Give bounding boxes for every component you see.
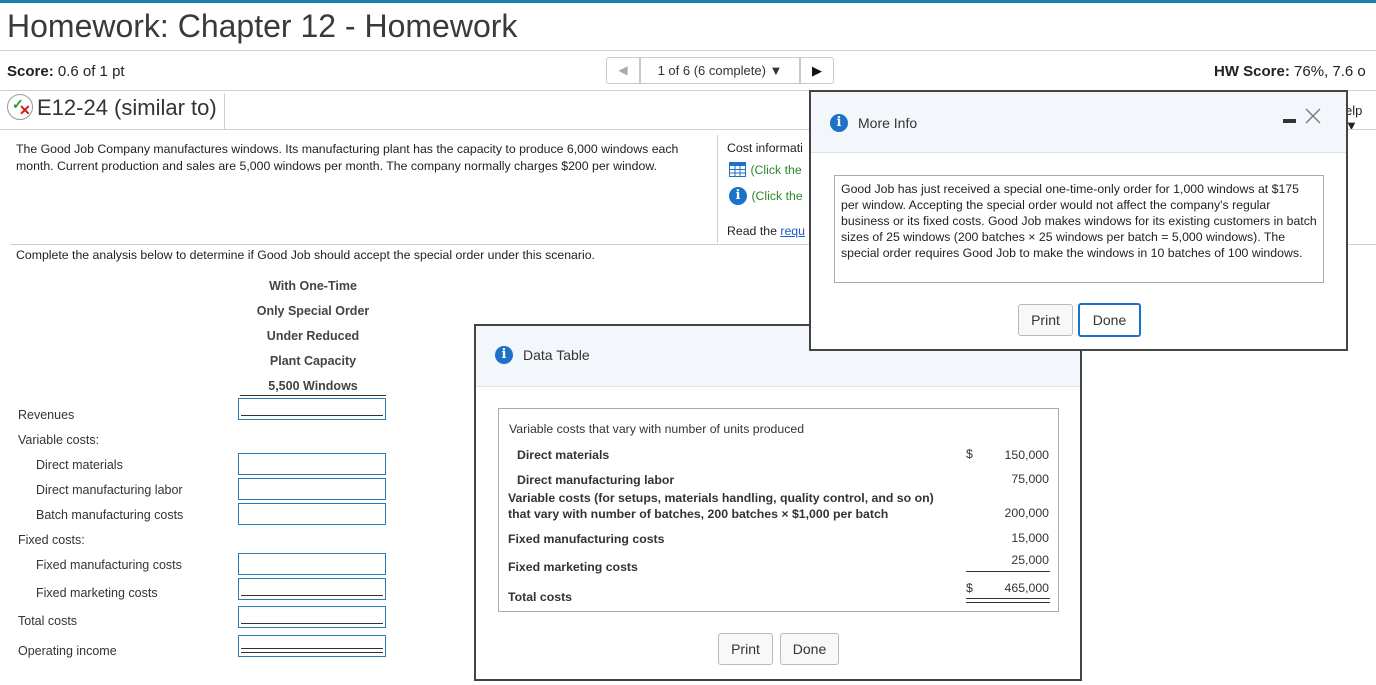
dollar-sign: $: [966, 447, 973, 461]
dollar-sign: $: [966, 581, 973, 595]
table-value: 15,000: [1011, 531, 1049, 545]
column-header-line: Under Reduced: [266, 329, 360, 343]
direct-materials-input[interactable]: [238, 453, 386, 475]
divider: [717, 135, 718, 243]
row-label-operating-income: Operating income: [18, 644, 117, 658]
table-label: Variable costs (for setups, materials ha…: [508, 491, 934, 505]
subtotal-line: [966, 571, 1050, 572]
column-header-line: Plant Capacity: [269, 354, 357, 368]
table-label: Total costs: [508, 590, 573, 604]
table-label: Direct manufacturing labor: [517, 473, 675, 487]
row-label-direct-labor: Direct manufacturing labor: [36, 483, 183, 497]
total-costs-input[interactable]: [238, 606, 386, 628]
fixed-marketing-input[interactable]: [238, 578, 386, 600]
column-header-line: Only Special Order: [256, 304, 370, 318]
data-table-link[interactable]: (Click the: [729, 161, 802, 179]
column-header-line: 5,500 Windows: [268, 379, 358, 393]
table-value: 75,000: [1011, 472, 1049, 486]
column-header-line: With One-Time: [269, 279, 357, 293]
batch-costs-input[interactable]: [238, 503, 386, 525]
page-title: Homework: Chapter 12 - Homework: [7, 8, 518, 44]
operating-income-input[interactable]: [238, 635, 386, 657]
cost-info-label: Cost informati: [727, 141, 803, 155]
table-label: Fixed marketing costs: [508, 560, 638, 574]
revenues-input[interactable]: [238, 398, 386, 420]
question-id: ✓ ✕ E12-24 (similar to): [7, 94, 217, 122]
data-table-dialog: i Data Table Variable costs that vary wit…: [474, 324, 1082, 681]
row-label-fixed-costs: Fixed costs:: [18, 533, 85, 547]
table-value: 25,000: [1011, 553, 1049, 567]
table-icon: [729, 162, 746, 178]
info-icon: i: [729, 187, 747, 205]
hw-score-label: HW Score:: [1214, 63, 1290, 80]
table-label: Direct materials: [517, 448, 610, 462]
divider: [224, 93, 225, 129]
partial-correct-icon: ✓ ✕: [7, 94, 33, 121]
dialog-title: More Info: [858, 115, 918, 131]
requirements-link[interactable]: requ: [780, 224, 805, 238]
row-label-revenues: Revenues: [18, 408, 75, 422]
score-value: 0.6 of 1 pt: [57, 63, 125, 80]
top-accent-bar: [0, 0, 1376, 3]
table-heading: Variable costs that vary with number of …: [509, 422, 805, 436]
more-info-link[interactable]: i (Click the: [729, 187, 803, 205]
read-requirements: Read the requ: [727, 224, 805, 238]
table-label: that vary with number of batches, 200 ba…: [508, 507, 889, 521]
hw-score-value: 76%, 7.6 o: [1294, 63, 1366, 80]
data-table-link-label: (Click the: [750, 162, 802, 177]
divider: [0, 50, 1376, 51]
direct-labor-input[interactable]: [238, 478, 386, 500]
row-label-total-costs: Total costs: [18, 614, 78, 628]
previous-question-button[interactable]: ◀: [606, 57, 640, 84]
more-info-dialog: i More Info Good Job has just received a …: [809, 90, 1348, 351]
question-description: The Good Job Company manufactures window…: [16, 142, 679, 173]
table-value: 200,000: [1004, 506, 1049, 520]
data-table: Variable costs that vary with number of …: [498, 408, 1059, 612]
info-icon: i: [495, 346, 513, 364]
question-id-label: E12-24 (similar to): [37, 95, 217, 120]
read-the-label: Read the: [727, 224, 777, 238]
done-button[interactable]: Done: [1078, 303, 1141, 337]
score: Score: 0.6 of 1 pt: [7, 63, 125, 80]
row-label-direct-materials: Direct materials: [36, 458, 123, 472]
table-label: Fixed manufacturing costs: [508, 532, 665, 546]
total-double-line: [966, 598, 1050, 603]
table-value: 150,000: [1004, 448, 1049, 462]
more-info-link-label: (Click the: [751, 189, 803, 203]
next-question-button[interactable]: ▶: [800, 57, 834, 84]
close-icon[interactable]: [1305, 108, 1321, 124]
row-label-batch-costs: Batch manufacturing costs: [36, 508, 184, 522]
dialog-title: Data Table: [523, 347, 590, 363]
hw-score: HW Score: 76%, 7.6 o: [1214, 63, 1366, 80]
row-label-fixed-marketing: Fixed marketing costs: [36, 586, 158, 600]
fixed-manufacturing-input[interactable]: [238, 553, 386, 575]
print-button[interactable]: Print: [1018, 304, 1073, 336]
info-icon: i: [830, 114, 848, 132]
question-position-dropdown[interactable]: 1 of 6 (6 complete) ▼: [640, 57, 800, 84]
score-label: Score:: [7, 63, 54, 80]
instruction: Complete the analysis below to determine…: [16, 248, 595, 262]
row-label-fixed-manufacturing: Fixed manufacturing costs: [36, 558, 182, 572]
table-value: 465,000: [1004, 581, 1049, 595]
more-info-text: Good Job has just received a special one…: [834, 175, 1324, 283]
dialog-header: i More Info: [811, 92, 1346, 153]
minimize-icon[interactable]: [1283, 119, 1296, 123]
print-button[interactable]: Print: [718, 633, 773, 665]
header-underline: [240, 395, 386, 396]
done-button[interactable]: Done: [780, 633, 839, 665]
row-label-variable-costs: Variable costs:: [18, 433, 100, 447]
